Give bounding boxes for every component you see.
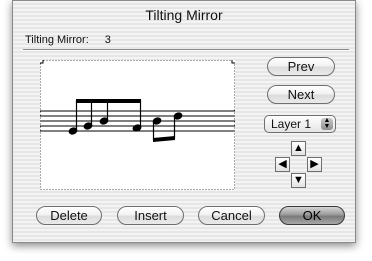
prev-button[interactable]: Prev <box>267 57 335 76</box>
mirror-number: 3 <box>104 34 111 46</box>
handle-top-left <box>40 60 44 64</box>
delete-button[interactable]: Delete <box>36 206 102 225</box>
mirror-label: Tilting Mirror: <box>25 34 89 46</box>
insert-button[interactable]: Insert <box>117 206 184 225</box>
updown-arrows-icon: ▲ ▼ <box>321 117 333 130</box>
notation-preview <box>40 60 235 190</box>
nudge-up-button[interactable]: ▲ <box>291 141 306 156</box>
staff-notation <box>40 60 235 190</box>
nudge-down-button[interactable]: ▼ <box>291 173 306 188</box>
nudge-right-button[interactable]: ▶ <box>307 157 322 172</box>
next-button[interactable]: Next <box>267 85 335 104</box>
cancel-button[interactable]: Cancel <box>198 206 265 225</box>
ok-button[interactable]: OK <box>279 206 345 225</box>
mirror-info: Tilting Mirror: 3 <box>25 34 111 46</box>
layer-select-value: Layer 1 <box>271 117 312 131</box>
handle-top-right <box>231 60 235 64</box>
nudge-left-button[interactable]: ◀ <box>275 157 290 172</box>
separator <box>23 49 349 51</box>
beamed-notes-group <box>68 99 142 135</box>
tilting-mirror-dialog: Tilting Mirror Tilting Mirror: 3 Prev Ne… <box>12 0 356 243</box>
layer-select[interactable]: Layer 1 ▲ ▼ <box>264 115 336 133</box>
window-title: Tilting Mirror <box>145 7 223 23</box>
